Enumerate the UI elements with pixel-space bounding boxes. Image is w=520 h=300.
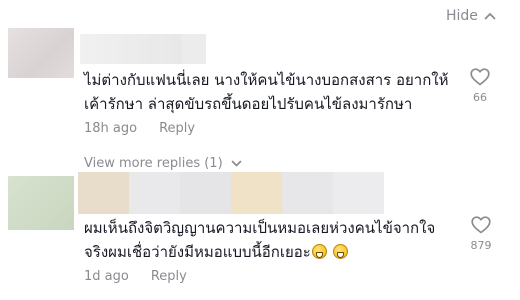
grinning-emoji <box>332 244 348 259</box>
comment-meta: 1d ago Reply <box>84 269 187 284</box>
comment-timestamp: 1d ago <box>84 269 129 284</box>
comment-meta: 18h ago Reply <box>84 121 195 136</box>
username-redacted <box>80 34 206 64</box>
comment-timestamp: 18h ago <box>84 121 138 136</box>
grinning-emoji <box>311 244 327 259</box>
hide-label: Hide <box>446 8 478 24</box>
heart-outline-icon <box>471 216 491 234</box>
view-more-replies-button[interactable]: View more replies (1) <box>84 156 242 171</box>
like-button[interactable]: 879 <box>461 216 501 252</box>
like-count: 879 <box>470 239 492 252</box>
avatar[interactable] <box>8 176 74 230</box>
chevron-down-icon <box>231 160 241 167</box>
heart-outline-icon <box>470 68 490 86</box>
like-count: 66 <box>473 91 487 104</box>
comment-body: ผมเห็นถึงจิตวิญญานความเป็นหมอเลยห่วงคนไข… <box>84 219 436 261</box>
chevron-up-icon <box>484 13 496 20</box>
username-redacted <box>78 172 384 214</box>
comment-text: ผมเห็นถึงจิตวิญญานความเป็นหมอเลยห่วงคนไข… <box>84 216 464 264</box>
avatar[interactable] <box>8 28 74 78</box>
reply-button[interactable]: Reply <box>151 269 187 284</box>
comment-thread: Hide ไม่ต่างกับแฟนนี่เลย นางให้คนไข้นางบ… <box>0 0 520 300</box>
view-more-label: View more replies (1) <box>84 156 223 171</box>
comment-text: ไม่ต่างกับแฟนนี่เลย นางให้คนไข้นางบอกสงส… <box>84 71 449 113</box>
hide-replies-button[interactable]: Hide <box>446 8 496 24</box>
reply-button[interactable]: Reply <box>159 121 195 136</box>
like-button[interactable]: 66 <box>460 68 500 104</box>
